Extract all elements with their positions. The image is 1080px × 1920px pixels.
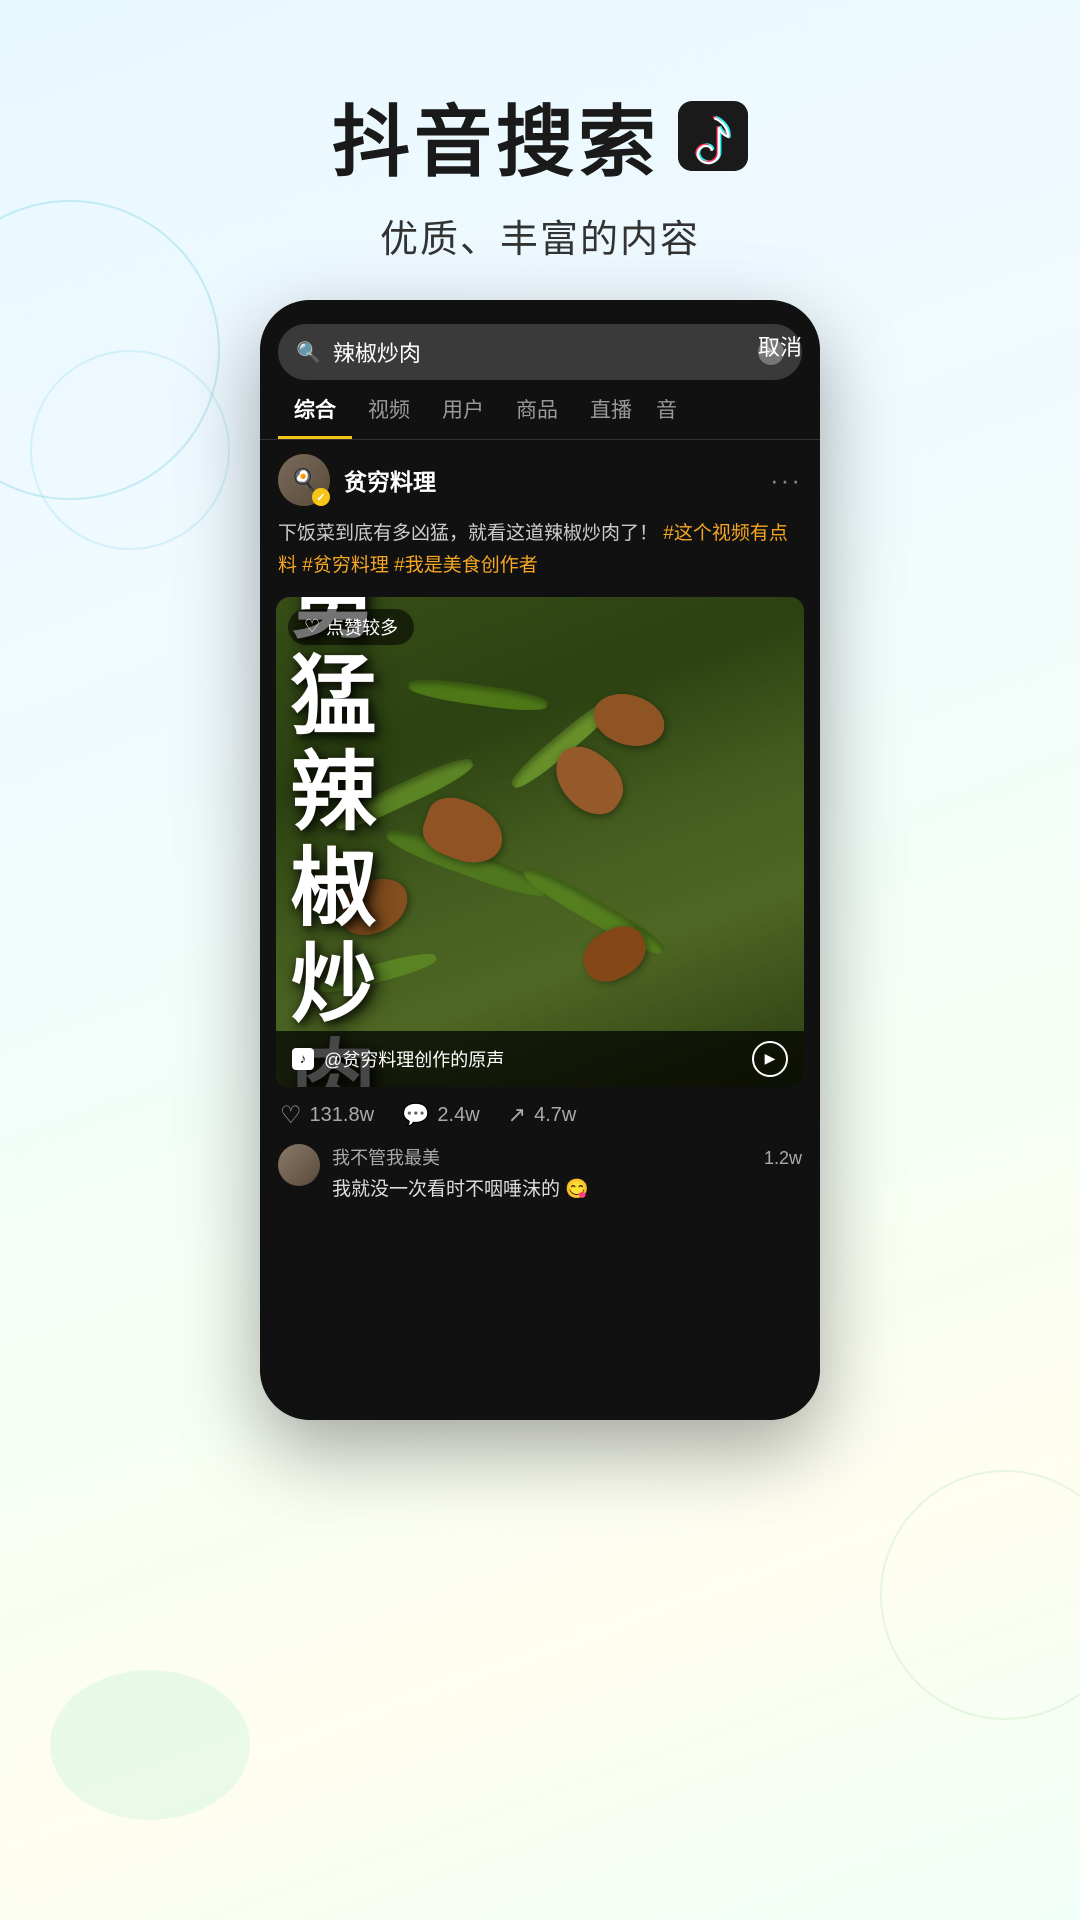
shares-count: 4.7w: [534, 1104, 576, 1127]
phone-frame: 🔍 辣椒炒肉 × 取消 综合 视频 用户 商品 直播 音: [260, 300, 820, 1420]
likes-count-item[interactable]: ♡ 131.8w: [280, 1101, 374, 1130]
tab-用户[interactable]: 用户: [426, 394, 500, 439]
header-section: 抖音搜索 优质、丰富的内容: [0, 0, 1080, 303]
more-options-button[interactable]: ···: [770, 465, 802, 496]
comments-count: 2.4w: [437, 1104, 479, 1127]
comments-count-item[interactable]: 💬 2.4w: [402, 1102, 480, 1128]
video-text: 勇猛辣椒炒肉: [282, 597, 368, 1087]
post-username[interactable]: 贫穷料理: [344, 463, 756, 497]
app-title-text: 抖音搜索: [332, 80, 660, 192]
tab-综合[interactable]: 综合: [278, 394, 352, 439]
heart-icon: ♡: [304, 616, 320, 637]
comment-avatar: [278, 1144, 320, 1186]
search-cancel-button[interactable]: 取消: [758, 330, 802, 362]
engagement-row: ♡ 131.8w 💬 2.4w ↗ 4.7w: [260, 1087, 820, 1144]
comment-username: 我不管我最美: [332, 1144, 752, 1170]
post-card: 🍳 ✓ 贫穷料理 ··· 下饭菜到底有多凶猛，就看这道辣椒炒肉了！ #这个视频有…: [260, 440, 820, 1215]
tiktok-small-icon: ♪: [292, 1048, 314, 1070]
video-overlay-text: 勇猛辣椒炒肉: [282, 597, 798, 1087]
comment-count: 1.2w: [764, 1148, 802, 1169]
tiktok-logo-icon: [678, 101, 748, 171]
audio-text: @贫穷料理创作的原声: [324, 1046, 742, 1072]
heart-engagement-icon: ♡: [280, 1101, 302, 1130]
comment-engagement-icon: 💬: [402, 1102, 429, 1128]
video-thumbnail[interactable]: 勇猛辣椒炒肉 ♡ 点赞较多 ♪ @贫穷料理创作的原声 ▶: [276, 597, 804, 1087]
tab-直播[interactable]: 直播: [574, 394, 648, 439]
tabs-row: 综合 视频 用户 商品 直播 音: [260, 380, 820, 440]
tab-视频[interactable]: 视频: [352, 394, 426, 439]
likes-badge: ♡ 点赞较多: [288, 609, 414, 645]
search-query[interactable]: 辣椒炒肉: [333, 336, 746, 368]
phone-inner: 🔍 辣椒炒肉 × 取消 综合 视频 用户 商品 直播 音: [260, 300, 820, 1420]
play-button[interactable]: ▶: [752, 1041, 788, 1077]
comment-content: 我不管我最美 我就没一次看时不咽唾沫的 😋: [332, 1144, 752, 1201]
search-icon: 🔍: [296, 340, 321, 365]
verified-badge: ✓: [312, 488, 330, 506]
shares-count-item[interactable]: ↗ 4.7w: [508, 1102, 577, 1128]
likes-badge-text: 点赞较多: [326, 614, 398, 640]
phone-mockup: 🔍 辣椒炒肉 × 取消 综合 视频 用户 商品 直播 音: [260, 300, 820, 1850]
subtitle: 优质、丰富的内容: [0, 208, 1080, 263]
comment-text: 我就没一次看时不咽唾沫的 😋: [332, 1174, 752, 1201]
avatar: 🍳 ✓: [278, 454, 330, 506]
post-desc-text: 下饭菜到底有多凶猛，就看这道辣椒炒肉了！: [278, 523, 658, 544]
post-description: 下饭菜到底有多凶猛，就看这道辣椒炒肉了！ #这个视频有点料 #贫穷料理 #我是美…: [260, 518, 820, 597]
tab-商品[interactable]: 商品: [500, 394, 574, 439]
main-title: 抖音搜索: [0, 80, 1080, 192]
audio-bar: ♪ @贫穷料理创作的原声 ▶: [276, 1031, 804, 1087]
likes-count: 131.8w: [310, 1104, 375, 1127]
share-engagement-icon: ↗: [508, 1102, 526, 1128]
comment-preview: 我不管我最美 我就没一次看时不咽唾沫的 😋 1.2w: [260, 1144, 820, 1201]
tab-音[interactable]: 音: [648, 394, 685, 439]
user-header: 🍳 ✓ 贫穷料理 ···: [260, 454, 820, 518]
